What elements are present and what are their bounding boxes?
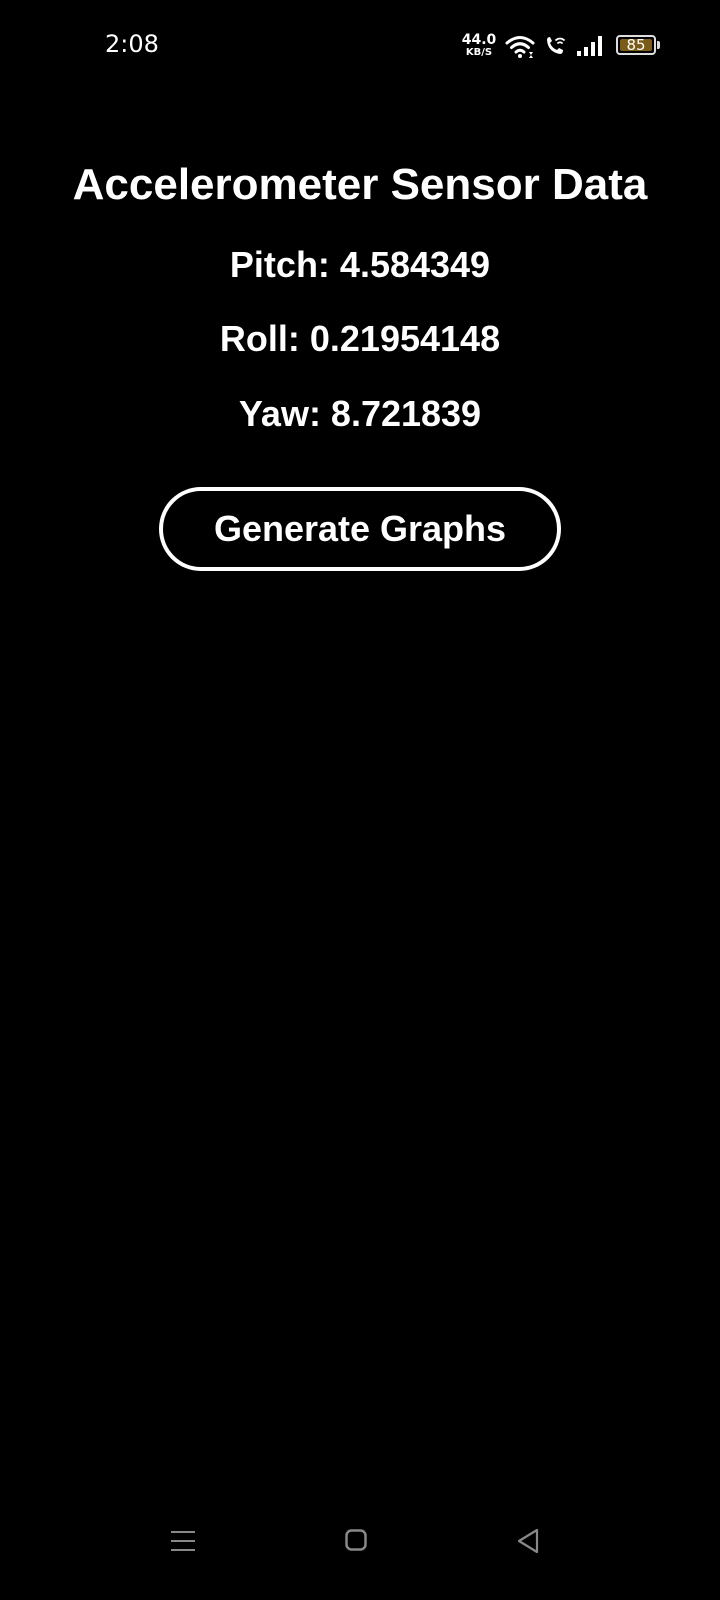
- back-icon[interactable]: [516, 1528, 540, 1554]
- network-speed-value: 44.0: [461, 32, 497, 48]
- navigation-bar: [0, 1520, 720, 1590]
- network-speed: 44.0 KB/S: [461, 33, 497, 58]
- status-bar: 2:08 44.0 KB/S 85: [0, 0, 720, 92]
- page-title: Accelerometer Sensor Data: [72, 160, 648, 209]
- generate-graphs-button[interactable]: Generate Graphs: [159, 487, 561, 571]
- battery-icon: 85: [616, 35, 662, 57]
- battery-cap: [657, 41, 660, 49]
- status-time: 2:08: [105, 30, 159, 58]
- network-speed-unit: KB/S: [465, 47, 493, 58]
- signal-icon: [577, 36, 602, 56]
- call-icon: [547, 37, 565, 54]
- wifi-icon: [505, 36, 535, 58]
- battery-level: 85: [626, 36, 646, 54]
- roll-reading: Roll: 0.21954148: [219, 318, 501, 359]
- yaw-reading: Yaw: 8.721839: [238, 393, 482, 434]
- recents-menu-icon[interactable]: [171, 1528, 195, 1554]
- pitch-reading: Pitch: 4.584349: [229, 244, 491, 285]
- home-icon[interactable]: [345, 1529, 367, 1551]
